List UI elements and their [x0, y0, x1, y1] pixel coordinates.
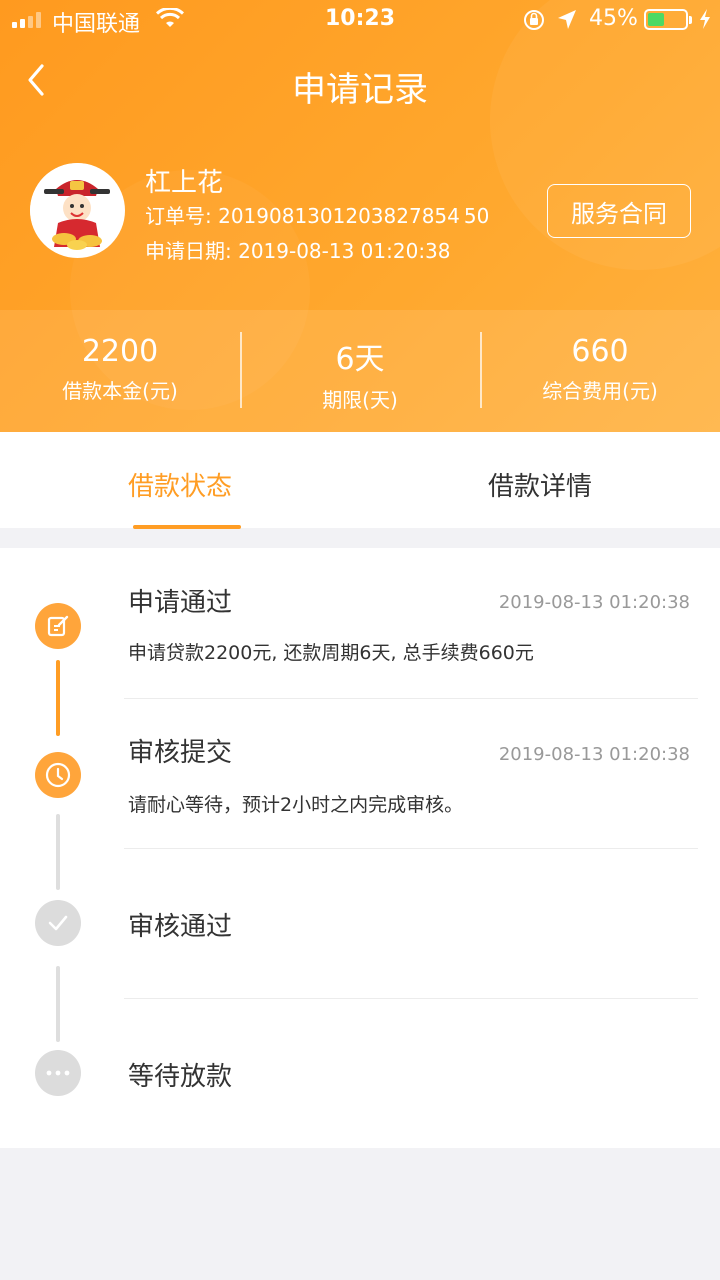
header: 中国联通 10:23 45% 申请记录 杠上花 订单号: 20190813012… [0, 0, 720, 432]
edit-icon [35, 603, 81, 649]
location-icon [556, 8, 578, 38]
divider [124, 848, 698, 849]
status-timeline: 申请通过 2019-08-13 01:20:38 申请贷款2200元, 还款周期… [0, 548, 720, 1148]
step-title: 审核通过 [128, 912, 233, 942]
charging-icon [698, 8, 712, 36]
tab-loan-status[interactable]: 借款状态 [0, 432, 360, 528]
loan-summary: 2200 借款本金(元) 6天 期限(天) 660 综合费用(元) [0, 310, 720, 432]
stat-value: 2200 [81, 334, 159, 369]
battery-percent: 45% [589, 6, 638, 31]
step-title: 等待放款 [128, 1062, 233, 1092]
more-icon [35, 1050, 81, 1096]
stat-label: 期限(天) [322, 388, 398, 412]
stat-term: 6天 期限(天) [240, 310, 480, 432]
timeline-connector [56, 966, 60, 1042]
step-description: 申请贷款2200元, 还款周期6天, 总手续费660元 [128, 642, 534, 664]
tab-loan-details[interactable]: 借款详情 [360, 432, 720, 528]
step-title: 申请通过 [128, 588, 233, 618]
stat-label: 综合费用(元) [542, 379, 658, 403]
active-tab-indicator [133, 525, 241, 529]
step-title: 审核提交 [128, 738, 233, 768]
battery-icon [644, 9, 688, 30]
step-time: 2019-08-13 01:20:38 [498, 744, 690, 765]
stat-value: 660 [571, 334, 629, 369]
tab-bar: 借款状态 借款详情 [0, 432, 720, 528]
apply-date: 申请日期: 2019-08-13 01:20:38 [145, 239, 451, 263]
divider [124, 998, 698, 999]
page-title: 申请记录 [292, 70, 428, 110]
stat-label: 借款本金(元) [62, 379, 178, 403]
service-contract-button[interactable]: 服务合同 [547, 184, 691, 238]
timeline-connector [56, 660, 60, 736]
check-icon [35, 900, 81, 946]
stat-fee: 660 综合费用(元) [480, 310, 720, 432]
rotation-lock-icon [522, 8, 546, 38]
avatar [30, 163, 125, 258]
order-number: 订单号: 2019081301203827854 50 [145, 204, 490, 228]
step-time: 2019-08-13 01:20:38 [498, 592, 690, 613]
clock-icon [35, 752, 81, 798]
stat-value: 6天 [335, 342, 385, 377]
status-bar: 中国联通 10:23 45% [0, 0, 720, 40]
stat-principal: 2200 借款本金(元) [0, 310, 240, 432]
user-name: 杠上花 [145, 168, 224, 198]
step-description: 请耐心等待，预计2小时之内完成审核。 [128, 794, 464, 816]
timeline-connector [56, 814, 60, 890]
divider [124, 698, 698, 699]
